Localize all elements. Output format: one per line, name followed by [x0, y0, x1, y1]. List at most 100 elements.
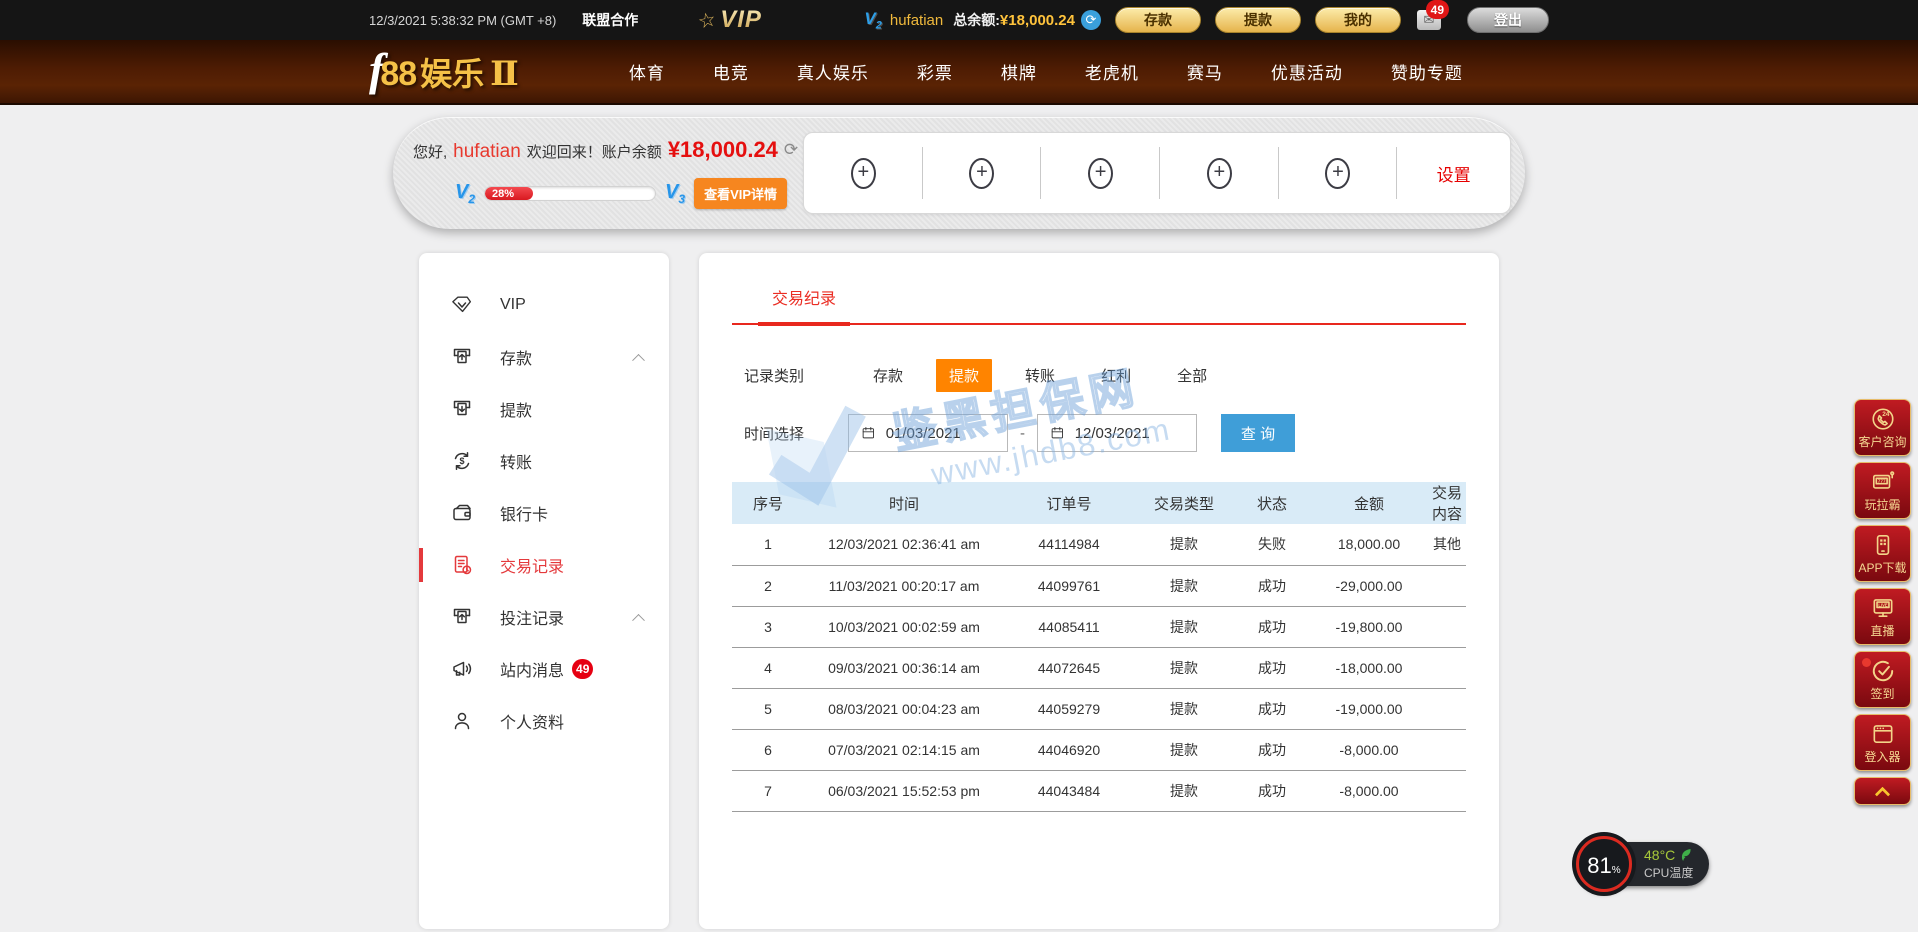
filter-withdraw[interactable]: 提款: [936, 359, 992, 392]
date-range-row: 时间选择 - 查 询: [732, 414, 1466, 452]
launcher-button[interactable]: 登入器: [1854, 714, 1911, 771]
account-summary-capsule: 您好, hufatian 欢迎回来！账户余额 ¥18,000.24 ⟳ V2 2…: [393, 117, 1525, 229]
col-content: 交易内容: [1428, 482, 1466, 524]
add-slot-button-4[interactable]: +: [1160, 133, 1279, 213]
sidebar-item-messages[interactable]: 站内消息 49: [419, 643, 669, 695]
status-badge: 失败: [1234, 524, 1310, 565]
sidebar-item-bankcard[interactable]: 银行卡: [419, 487, 669, 539]
sidebar-item-transactions[interactable]: 交易记录: [419, 539, 669, 591]
nav-item-sponsor[interactable]: 赞助专题: [1367, 59, 1487, 84]
date-to-field[interactable]: [1037, 414, 1197, 452]
tab-transaction-records[interactable]: 交易纪录: [758, 281, 850, 323]
message-button[interactable]: ✉ 49: [1417, 10, 1441, 30]
filter-deposit[interactable]: 存款: [860, 359, 916, 392]
add-slot-button-3[interactable]: +: [1041, 133, 1160, 213]
plus-circle-icon: +: [1325, 158, 1350, 189]
vip-logo[interactable]: ☆ VIP: [698, 6, 762, 34]
transfer-dollar-icon: $: [449, 449, 475, 473]
vip-level-badge: V2: [864, 9, 881, 31]
partner-link[interactable]: 联盟合作: [582, 10, 638, 30]
sidebar-item-betting-record[interactable]: 投注记录: [419, 591, 669, 643]
top-bar: 12/3/2021 5:38:32 PM (GMT +8) 联盟合作 ☆ VIP…: [0, 0, 1918, 40]
nav-item-slots[interactable]: 老虎机: [1061, 59, 1163, 84]
filter-label: 记录类别: [744, 365, 804, 386]
sidebar-item-withdraw[interactable]: 提款: [419, 383, 669, 435]
plus-circle-icon: +: [969, 158, 994, 189]
plus-circle-icon: +: [1088, 158, 1113, 189]
sidebar-item-label: 存款: [500, 345, 532, 369]
check-in-button[interactable]: 签到: [1854, 651, 1911, 708]
sidebar-item-deposit[interactable]: 存款: [419, 331, 669, 383]
transaction-record-icon: [449, 553, 475, 577]
browser-window-icon: [1870, 721, 1896, 747]
leaf-icon: [1680, 848, 1692, 862]
sidebar-item-label: VIP: [500, 296, 526, 314]
collapse-floaters-button[interactable]: [1854, 777, 1911, 805]
sidebar-item-label: 站内消息: [500, 657, 564, 681]
svg-text:LIVE: LIVE: [1878, 602, 1887, 607]
balance-label: 总余额:: [953, 10, 1000, 30]
col-order-no: 订单号: [1004, 482, 1134, 524]
date-to-input[interactable]: [1075, 425, 1184, 442]
mine-button[interactable]: 我的: [1315, 7, 1401, 33]
mobile-app-icon: [1870, 532, 1896, 558]
nav-menu: 体育 电竞 真人娱乐 彩票 棋牌 老虎机 赛马 优惠活动 赞助专题: [605, 59, 1487, 84]
vip-next-badge: V3: [665, 181, 685, 206]
table-row: 112/03/2021 02:36:41 am44114984提款失败18,00…: [732, 524, 1466, 565]
betting-record-icon: [449, 605, 475, 629]
megaphone-icon: [449, 657, 475, 681]
nav-item-esports[interactable]: 电竞: [689, 59, 773, 84]
welcome-username: hufatian: [453, 141, 521, 163]
sidebar-item-label: 银行卡: [500, 501, 548, 525]
cpu-temp-value: 48°C: [1644, 847, 1675, 863]
notification-dot: [1862, 658, 1871, 667]
refresh-balance-icon[interactable]: ⟳: [1081, 10, 1101, 30]
settings-button[interactable]: 设置: [1397, 133, 1510, 213]
table-row: 508/03/2021 00:04:23 am44059279提款成功-19,0…: [732, 688, 1466, 729]
nav-item-live-casino[interactable]: 真人娱乐: [773, 59, 893, 84]
vip-progress-fill: 28%: [485, 187, 533, 200]
site-logo[interactable]: f88娱乐Ⅱ: [369, 49, 519, 95]
nav-item-lottery[interactable]: 彩票: [893, 59, 977, 84]
calendar-icon: [861, 424, 876, 442]
add-slot-button-1[interactable]: +: [804, 133, 923, 213]
add-slot-button-2[interactable]: +: [923, 133, 1042, 213]
filter-all[interactable]: 全部: [1164, 359, 1220, 392]
date-separator: -: [1020, 425, 1025, 442]
slots-button[interactable]: 777 玩拉霸: [1854, 462, 1911, 519]
date-from-input[interactable]: [886, 425, 995, 442]
date-from-field[interactable]: [848, 414, 1008, 452]
live-stream-button[interactable]: LIVE 直播: [1854, 588, 1911, 645]
plus-circle-icon: +: [1207, 158, 1232, 189]
welcome-line: 您好, hufatian 欢迎回来！账户余额 ¥18,000.24 ⟳: [413, 137, 798, 163]
refresh-balance-icon[interactable]: ⟳: [784, 140, 798, 160]
filter-bonus[interactable]: 红利: [1088, 359, 1144, 392]
sidebar-item-vip[interactable]: VIP: [419, 279, 669, 331]
calendar-icon: [1050, 424, 1065, 442]
sidebar-item-profile[interactable]: 个人资料: [419, 695, 669, 747]
logout-button[interactable]: 登出: [1467, 7, 1549, 33]
add-slot-button-5[interactable]: +: [1279, 133, 1398, 213]
search-button[interactable]: 查 询: [1221, 414, 1295, 452]
app-download-button[interactable]: APP下载: [1854, 525, 1911, 582]
col-type: 交易类型: [1134, 482, 1234, 524]
diamond-icon: [449, 293, 475, 317]
balance-value: ¥18,000.24: [1000, 12, 1075, 29]
live-monitor-icon: LIVE: [1870, 595, 1896, 621]
nav-item-promotions[interactable]: 优惠活动: [1247, 59, 1367, 84]
cpu-monitor-widget: 81 % 48°C CPU温度: [1576, 836, 1709, 892]
nav-item-sports[interactable]: 体育: [605, 59, 689, 84]
vip-progress-bar: 28%: [484, 186, 656, 201]
withdraw-button[interactable]: 提款: [1215, 7, 1301, 33]
sidebar-item-label: 投注记录: [500, 605, 564, 629]
customer-service-button[interactable]: 24 客户咨询: [1854, 399, 1911, 456]
vip-detail-button[interactable]: 查看VIP详情: [694, 178, 787, 209]
filter-transfer[interactable]: 转账: [1012, 359, 1068, 392]
sidebar-item-transfer[interactable]: $ 转账: [419, 435, 669, 487]
deposit-button[interactable]: 存款: [1115, 7, 1201, 33]
status-badge: 成功: [1234, 647, 1310, 688]
nav-item-horse-racing[interactable]: 赛马: [1163, 59, 1247, 84]
nav-item-board-games[interactable]: 棋牌: [977, 59, 1061, 84]
deposit-atm-icon: [449, 345, 475, 369]
greeting-suffix: 欢迎回来！账户余额: [527, 141, 662, 162]
